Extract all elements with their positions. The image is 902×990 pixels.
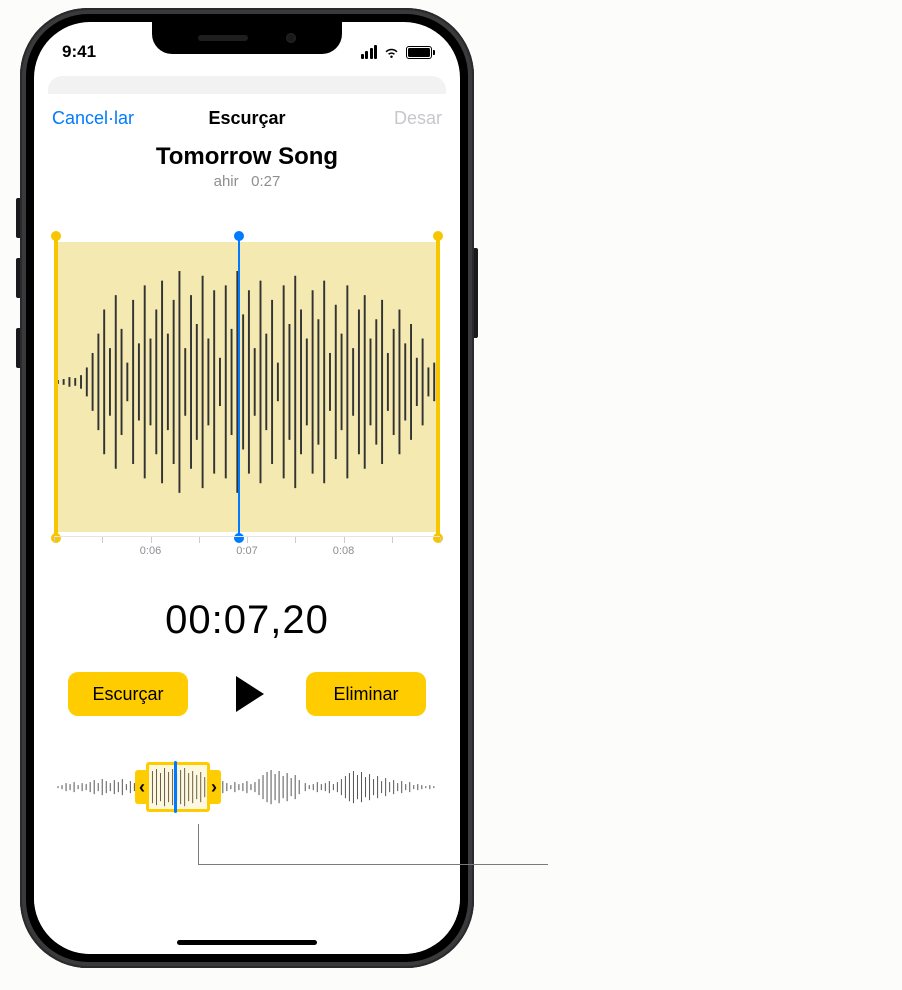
trim-handle-end[interactable] (436, 236, 440, 538)
cellular-signal-icon (361, 45, 378, 59)
recording-meta: ahir 0:27 (34, 173, 460, 190)
controls-row: Escurçar Eliminar (34, 667, 460, 721)
play-icon (236, 676, 264, 712)
status-time: 9:41 (62, 42, 96, 62)
trim-handle-start[interactable] (54, 236, 58, 538)
playhead[interactable] (238, 236, 240, 538)
recording-duration: 0:27 (251, 173, 280, 190)
screen: 9:41 Cancel·lar Escurçar Desar Tomorrow … (34, 22, 460, 954)
trim-sheet: Cancel·lar Escurçar Desar Tomorrow Song … (34, 94, 460, 954)
current-time: 00:07,20 (34, 598, 460, 643)
overview-playhead[interactable] (174, 761, 177, 813)
overview-selection[interactable] (146, 762, 210, 812)
status-icons (361, 45, 433, 59)
play-button[interactable] (220, 667, 274, 721)
recording-header: Tomorrow Song ahir 0:27 (34, 143, 460, 190)
notch (152, 22, 342, 54)
front-camera (286, 33, 296, 43)
waveform-editor[interactable]: 0:06 0:07 0:08 (34, 242, 460, 566)
save-button[interactable]: Desar (394, 108, 442, 129)
sheet-navbar: Cancel·lar Escurçar Desar (34, 108, 460, 139)
speaker-grille (198, 35, 248, 41)
recording-title: Tomorrow Song (34, 143, 460, 171)
time-ruler: 0:06 0:07 0:08 (54, 536, 440, 566)
overview-waveform-icon (56, 765, 438, 809)
ruler-tick-label: 0:07 (236, 545, 257, 557)
recording-date: ahir (214, 173, 239, 190)
wifi-icon (383, 46, 400, 59)
callout-line (198, 864, 548, 865)
overview-scrubber[interactable] (56, 765, 438, 809)
waveform-icon (54, 242, 440, 522)
iphone-frame: 9:41 Cancel·lar Escurçar Desar Tomorrow … (20, 8, 474, 968)
home-indicator[interactable] (177, 940, 317, 945)
ruler-tick-label: 0:08 (333, 545, 354, 557)
battery-icon (406, 46, 432, 59)
delete-button[interactable]: Eliminar (306, 672, 426, 716)
trim-button[interactable]: Escurçar (68, 672, 188, 716)
cancel-button[interactable]: Cancel·lar (52, 108, 134, 129)
ruler-tick-label: 0:06 (140, 545, 161, 557)
